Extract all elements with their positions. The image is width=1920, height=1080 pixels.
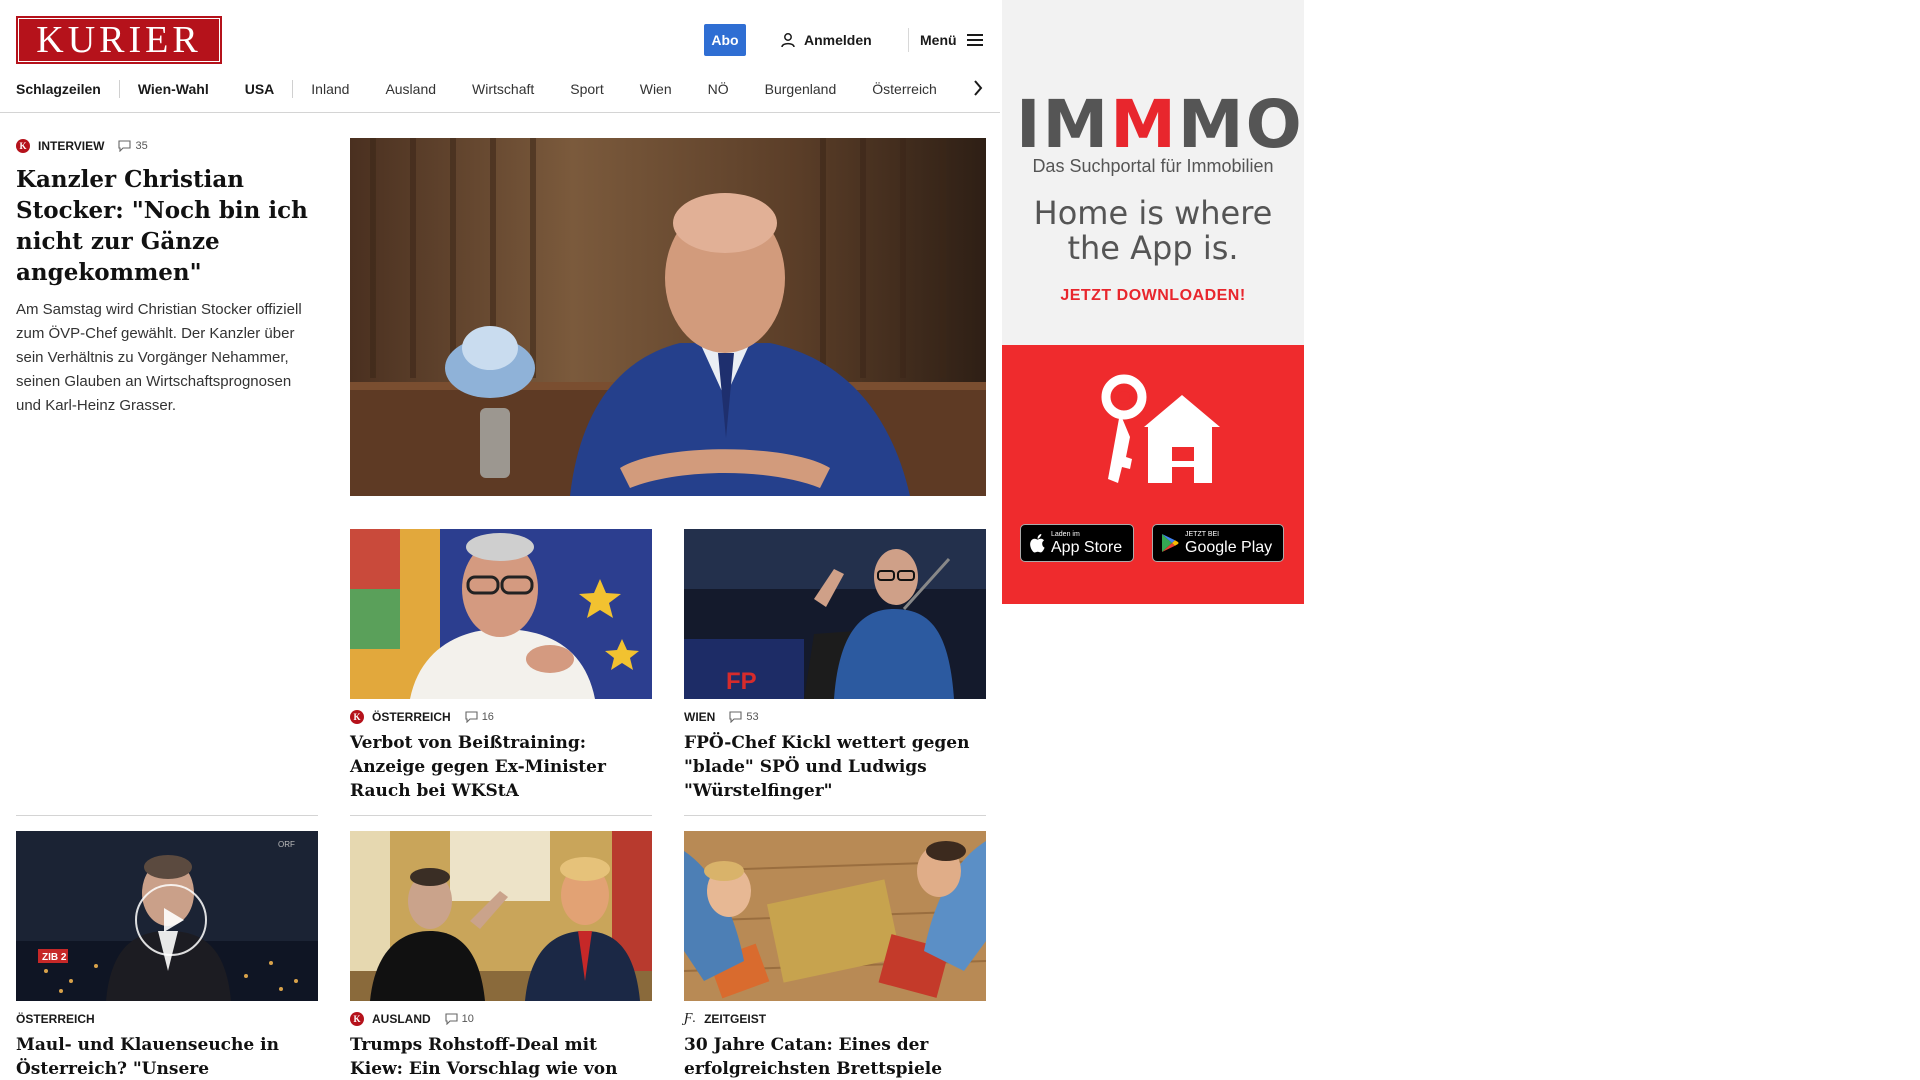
article-meta: WIEN 53 [684,709,986,725]
divider [684,815,986,816]
comment-count-value: 16 [481,711,494,723]
comment-count[interactable]: 53 [729,711,759,723]
photo-catan-game [684,831,986,1001]
article-headline[interactable]: Trumps Rohstoff-Deal mit Kiew: Ein Vorsc… [350,1033,652,1080]
nav-item-wien[interactable]: Wien [622,81,690,97]
comment-count[interactable]: 16 [465,711,494,723]
user-icon [781,33,795,48]
google-play-label: Google Play [1185,538,1273,556]
google-play-button[interactable]: JETZT BEI Google Play [1152,524,1284,562]
chevron-right-icon [974,80,983,96]
zib2-badge: ZIB 2 [42,952,67,963]
lead-article-image[interactable] [350,138,986,496]
photo-ex-minister [350,529,652,699]
nav-item-oesterreich[interactable]: Österreich [854,81,955,97]
nav-scroll-right-button[interactable] [970,78,986,98]
article-card[interactable]: K AUSLAND 10 Trumps Rohstoff-Deal mit Ki… [350,831,652,1080]
google-play-small-text: JETZT BEI [1185,530,1220,538]
nav-item-schlagzeilen[interactable]: Schlagzeilen [16,81,119,97]
nav-item-sport[interactable]: Sport [552,81,621,97]
abo-button[interactable]: Abo [704,24,746,56]
immmo-logo: IMMMO [1016,86,1304,163]
ad-subtitle: Das Suchportal für Immobilien [1032,156,1274,176]
nav-item-wirtschaft[interactable]: Wirtschaft [454,81,552,97]
article-meta: K INTERVIEW 35 [16,138,316,154]
article-category[interactable]: WIEN [684,710,715,724]
article-card[interactable]: K ÖSTERREICH 16 Verbot von Beißtraining:… [350,529,652,803]
article-thumbnail[interactable]: FP [684,529,986,699]
kurier-plus-icon: K [350,710,364,724]
play-button[interactable] [135,884,207,956]
app-store-small-text: Laden im [1051,530,1080,538]
comment-count-value: 35 [135,140,148,152]
app-store-button[interactable]: Laden im App Store [1020,524,1134,562]
article-category[interactable]: AUSLAND [372,1012,431,1026]
article-headline[interactable]: Maul- und Klauenseuche in Österreich? "U… [16,1033,318,1080]
apple-icon [1030,534,1045,553]
article-headline[interactable]: FPÖ-Chef Kickl wettert gegen "blade" SPÖ… [684,731,986,803]
photo-kickl-speech: FP [684,529,986,699]
app-store-label: App Store [1051,538,1123,556]
zeitgeist-icon: ƒ. [684,1011,697,1026]
photo-chancellor [350,138,986,496]
photo-oval-office [350,831,652,1001]
hamburger-icon [966,34,983,46]
comment-count-value: 53 [746,711,759,723]
ad-headline: Home is where the App is. [1033,194,1273,267]
article-meta: K ÖSTERREICH 16 [350,709,652,725]
article-category[interactable]: INTERVIEW [38,139,104,153]
nav-item-noe[interactable]: NÖ [690,81,747,97]
svg-text:FP: FP [726,668,757,695]
ad-download-link[interactable]: JETZT DOWNLOADEN! [1002,287,1304,305]
divider [350,815,652,816]
comment-icon [465,711,478,723]
article-category[interactable]: ZEITGEIST [704,1012,766,1026]
article-thumbnail[interactable] [684,831,986,1001]
google-play-icon [1162,534,1179,552]
article-meta: K AUSLAND 10 [350,1011,652,1027]
lead-teaser: Am Samstag wird Christian Stocker offizi… [16,301,302,414]
video-article-card[interactable]: ZIB 2 ORF ÖSTERREICH Maul- und Klauenseu… [16,831,318,1080]
comment-count[interactable]: 10 [445,1013,474,1025]
lead-headline[interactable]: Kanzler Christian Stocker: "Noch bin ich… [16,164,316,288]
nav-item-burgenland[interactable]: Burgenland [747,81,855,97]
immmo-ad[interactable]: IMMMO Das Suchportal für Immobilien Home… [1002,0,1304,604]
article-card[interactable]: FP WIEN 53 FPÖ-Chef Kickl wettert gegen … [684,529,986,803]
article-meta: ÖSTERREICH [16,1011,318,1027]
comment-icon [118,140,132,152]
article-category[interactable]: ÖSTERREICH [16,1012,95,1026]
article-category[interactable]: ÖSTERREICH [372,710,451,724]
orf-corner-tag: ORF [278,840,295,849]
menu-label: Menü [920,32,957,48]
comment-count-value: 10 [461,1013,474,1025]
video-thumbnail[interactable]: ZIB 2 ORF [16,831,318,1001]
article-headline[interactable]: 30 Jahre Catan: Eines der erfolgreichste… [684,1033,986,1080]
article-headline[interactable]: Verbot von Beißtraining: Anzeige gegen E… [350,731,652,803]
key-house-icon [1101,374,1220,483]
nav-item-inland[interactable]: Inland [293,81,367,97]
comment-icon [445,1013,458,1025]
play-icon [163,908,184,932]
lead-article[interactable]: K INTERVIEW 35 Kanzler Christian Stocker… [16,138,316,418]
comment-count[interactable]: 35 [118,140,148,152]
ad-red-panel: Laden im App Store JETZT BEI Google Play [1002,345,1304,604]
divider [16,815,318,816]
article-meta: ƒ. ZEITGEIST [684,1011,986,1027]
comment-icon [729,711,742,723]
kurier-plus-icon: K [350,1012,364,1026]
nav-item-ausland[interactable]: Ausland [367,81,454,97]
login-label: Anmelden [804,32,872,48]
menu-button[interactable]: Menü [920,26,983,54]
kurier-logo[interactable]: KURIER [16,16,222,64]
article-thumbnail[interactable] [350,529,652,699]
article-thumbnail[interactable] [350,831,652,1001]
header-rule [0,112,1000,113]
article-card[interactable]: ƒ. ZEITGEIST 30 Jahre Catan: Eines der e… [684,831,986,1080]
header-divider [908,28,909,52]
login-button[interactable]: Anmelden [780,26,872,54]
nav-item-usa[interactable]: USA [227,81,293,97]
kurier-plus-icon: K [16,139,30,153]
nav-item-wien-wahl[interactable]: Wien-Wahl [120,81,227,97]
section-nav: Schlagzeilen Wien-Wahl USA Inland Auslan… [16,76,991,102]
